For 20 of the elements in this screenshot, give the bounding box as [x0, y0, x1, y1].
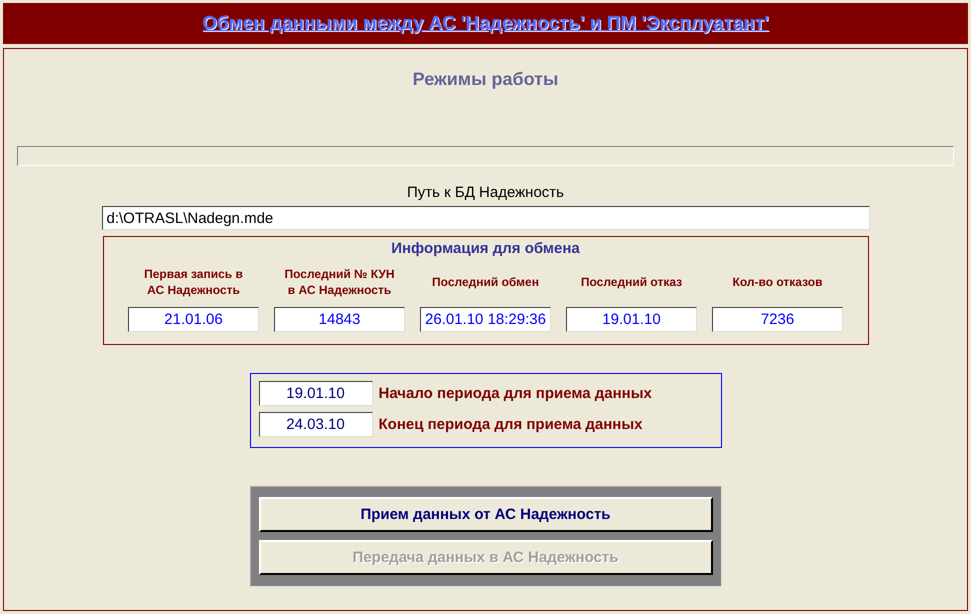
- group-title: Информация для обмена: [391, 240, 580, 257]
- panel-title: Режимы работы: [412, 69, 558, 90]
- field-label: Первая запись в АС Надежность: [143, 266, 244, 299]
- field-label: Начало периода для приема данных: [378, 385, 652, 402]
- path-field[interactable]: d:\OTRASL\Nadegn.mde: [102, 206, 870, 230]
- date-field[interactable]: 19.01.10: [258, 381, 372, 406]
- field-label: Последний обмен: [432, 274, 539, 291]
- info-field[interactable]: 7236: [712, 307, 843, 332]
- app-title: Обмен данными между АС 'Надежность' и ПМ 'Эксплуатант': [202, 12, 769, 34]
- action-button[interactable]: Прием данных от АС Надежность: [258, 497, 712, 532]
- field-label: Кол-во отказов: [732, 274, 822, 291]
- field-label: Конец периода для приема данных: [378, 416, 642, 433]
- date-field[interactable]: 24.03.10: [258, 412, 372, 437]
- info-field[interactable]: 19.01.10: [566, 307, 697, 332]
- info-field[interactable]: 26.01.10 18:29:36: [420, 307, 551, 332]
- info-field[interactable]: 14843: [274, 307, 405, 332]
- field-label: Последний отказ: [580, 274, 682, 291]
- info-field[interactable]: 21.01.06: [128, 307, 259, 332]
- path-label: Путь к БД Надежность: [407, 184, 564, 201]
- field-label: Последний № КУН в АС Надежность: [283, 266, 396, 299]
